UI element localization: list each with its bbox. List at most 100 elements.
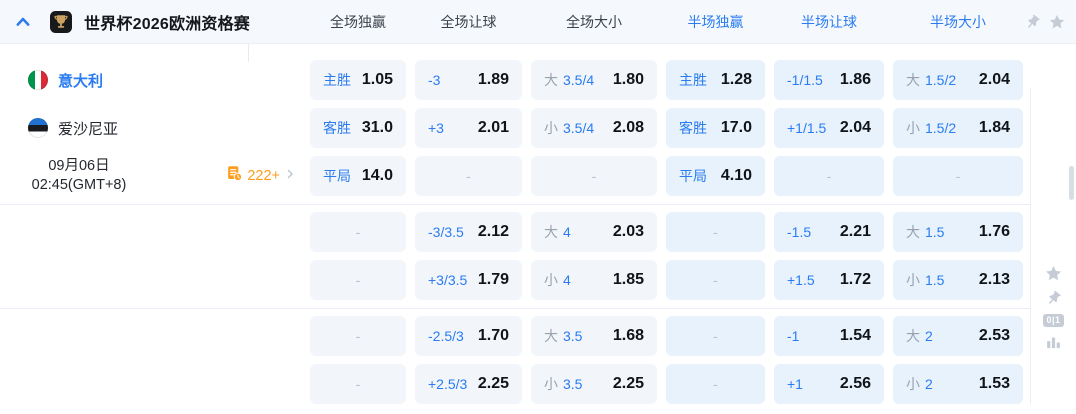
- odds-cell[interactable]: 平局14.0: [310, 156, 406, 196]
- odds-cell[interactable]: 小4 1.85: [531, 260, 657, 300]
- odds-cell[interactable]: 小3.52.25: [531, 364, 657, 404]
- scrollbar-thumb[interactable]: [1069, 166, 1074, 200]
- odds-cell[interactable]: 大4 2.03: [531, 212, 657, 252]
- odds-cell[interactable]: 大3.51.68: [531, 316, 657, 356]
- odds-cell[interactable]: -1.5 2.21: [774, 212, 884, 252]
- over-under-line: 3.5/4: [563, 72, 594, 88]
- no-odds-dash: -: [592, 168, 597, 184]
- no-odds-dash: -: [713, 328, 718, 344]
- odds-selection: 平局: [323, 166, 351, 186]
- odds-cell[interactable]: 主胜1.05: [310, 60, 406, 100]
- alt-odds-cells: -+3/3.51.79小41.85-+1.51.72小1.52.13: [310, 260, 1023, 300]
- market-column-header[interactable]: 半场让球: [774, 12, 884, 32]
- odds-cell[interactable]: +32.01: [415, 108, 522, 148]
- league-title: 世界杯2026欧洲资格赛: [84, 10, 250, 34]
- match-body: 意大利 主胜1.05-31.89 大 3.5/4 1.80 主胜1.28-1/1.51.…: [0, 44, 1076, 404]
- odds-value: 1.85: [613, 271, 644, 289]
- market-column-header[interactable]: 全场让球: [415, 12, 522, 32]
- away-team[interactable]: 爱沙尼亚: [0, 108, 310, 148]
- empty-odds-cell: -: [893, 156, 1023, 196]
- odds-label: 客胜: [323, 118, 351, 138]
- odds-selection: -2.5/3: [428, 328, 464, 344]
- more-markets-link[interactable]: 222+: [226, 165, 296, 187]
- no-odds-dash: -: [356, 224, 361, 240]
- group-separator: [0, 308, 1030, 309]
- odds-cell[interactable]: 客胜17.0: [666, 108, 765, 148]
- odds-selection: +1: [787, 376, 803, 392]
- over-under-prefix: 小: [906, 270, 920, 290]
- odds-value: 17.0: [721, 119, 752, 137]
- away-team-row: 爱沙尼亚 客胜 31.0 +32.01小3.5/42.08客胜17.0+1/1.52…: [0, 108, 1076, 148]
- market-column-header[interactable]: 半场大小: [893, 12, 1023, 32]
- odds-selection: 大4: [544, 222, 571, 242]
- over-under-prefix: 大: [544, 70, 558, 90]
- odds-selection: 大1.5/2: [906, 70, 956, 90]
- home-team-row: 意大利 主胜1.05-31.89 大 3.5/4 1.80 主胜1.28-1/1.51.…: [0, 60, 1076, 100]
- over-under-prefix: 大: [906, 222, 920, 242]
- over-under-line: 3.5: [563, 376, 582, 392]
- pin-icon[interactable]: [1024, 14, 1041, 31]
- odds-cell[interactable]: 小1.52.13: [893, 260, 1023, 300]
- market-column-headers: 全场独赢全场让球全场大小半场独赢半场让球半场大小: [310, 12, 1023, 32]
- odds-cell[interactable]: 小21.53: [893, 364, 1023, 404]
- over-under-line: 2: [925, 328, 933, 344]
- odds-selection: +1.5: [787, 272, 815, 288]
- odds-cell[interactable]: +1.51.72: [774, 260, 884, 300]
- odds-cell[interactable]: -1/1.51.86: [774, 60, 884, 100]
- no-odds-dash: -: [356, 272, 361, 288]
- odds-value: 2.21: [840, 223, 871, 241]
- odds-cell[interactable]: 主胜1.28: [666, 60, 765, 100]
- odds-selection: 客胜: [323, 118, 351, 138]
- alt-line-row: - -3/3.52.12 大4 2.03 - -1.5 2.21 大1.51.76: [0, 212, 1076, 252]
- market-column-header[interactable]: 全场独赢: [310, 12, 406, 32]
- score-toggle-icon[interactable]: 0|1: [1043, 314, 1063, 327]
- odds-cell[interactable]: 小3.5/42.08: [531, 108, 657, 148]
- home-team[interactable]: 意大利: [0, 60, 310, 100]
- odds-cell[interactable]: -31.89: [415, 60, 522, 100]
- empty-odds-cell: -: [666, 212, 765, 252]
- odds-selection: 平局: [679, 166, 707, 186]
- alt-line-row: --2.5/31.70大3.51.68--11.54大22.53: [0, 316, 1076, 356]
- league-header-left: 世界杯2026欧洲资格赛: [0, 10, 310, 34]
- empty-odds-cell: -: [666, 260, 765, 300]
- odds-cell[interactable]: +1 2.56: [774, 364, 884, 404]
- handicap-line: -3/3.5: [428, 224, 464, 240]
- market-column-header[interactable]: 半场独赢: [666, 12, 765, 32]
- favorite-star-icon[interactable]: [1044, 264, 1063, 283]
- odds-value: 1.80: [613, 71, 644, 89]
- empty-odds-cell: -: [310, 364, 406, 404]
- odds-cell[interactable]: 客胜 31.0: [310, 108, 406, 148]
- odds-value: 1.53: [979, 375, 1010, 393]
- odds-value: 2.56: [840, 375, 871, 393]
- odds-cell[interactable]: -3/3.52.12: [415, 212, 522, 252]
- odds-cell[interactable]: 大22.53: [893, 316, 1023, 356]
- odds-cell[interactable]: 大1.51.76: [893, 212, 1023, 252]
- away-team-name: 爱沙尼亚: [58, 118, 118, 139]
- odds-value: 2.03: [613, 223, 644, 241]
- over-under-prefix: 小: [544, 270, 558, 290]
- over-under-line: 4: [563, 272, 571, 288]
- odds-value: 31.0: [362, 119, 393, 137]
- odds-cell[interactable]: 平局4.10: [666, 156, 765, 196]
- odds-cell[interactable]: +3/3.51.79: [415, 260, 522, 300]
- empty-odds-cell: -: [310, 316, 406, 356]
- market-column-header[interactable]: 全场大小: [531, 12, 657, 32]
- odds-value: 2.53: [979, 327, 1010, 345]
- markets-count: 222+: [247, 168, 280, 184]
- empty-odds-cell: -: [531, 156, 657, 196]
- odds-cell[interactable]: 大 3.5/4 1.80: [531, 60, 657, 100]
- odds-cell[interactable]: +2.5/32.25: [415, 364, 522, 404]
- stats-bars-icon[interactable]: [1045, 334, 1062, 351]
- odds-cell[interactable]: +1/1.52.04: [774, 108, 884, 148]
- header-actions: [1024, 0, 1066, 44]
- pin-icon[interactable]: [1045, 290, 1062, 307]
- odds-selection: -1.5: [787, 224, 811, 240]
- alt-line-row: -+2.5/32.25小3.52.25-+12.56小21.53: [0, 364, 1076, 404]
- collapse-chevron-icon[interactable]: [14, 13, 32, 31]
- empty-odds-cell: -: [310, 260, 406, 300]
- odds-cell[interactable]: -2.5/31.70: [415, 316, 522, 356]
- odds-cell[interactable]: 小1.5/21.84: [893, 108, 1023, 148]
- odds-cell[interactable]: -11.54: [774, 316, 884, 356]
- odds-cell[interactable]: 大1.5/22.04: [893, 60, 1023, 100]
- favorite-star-icon[interactable]: [1048, 13, 1066, 31]
